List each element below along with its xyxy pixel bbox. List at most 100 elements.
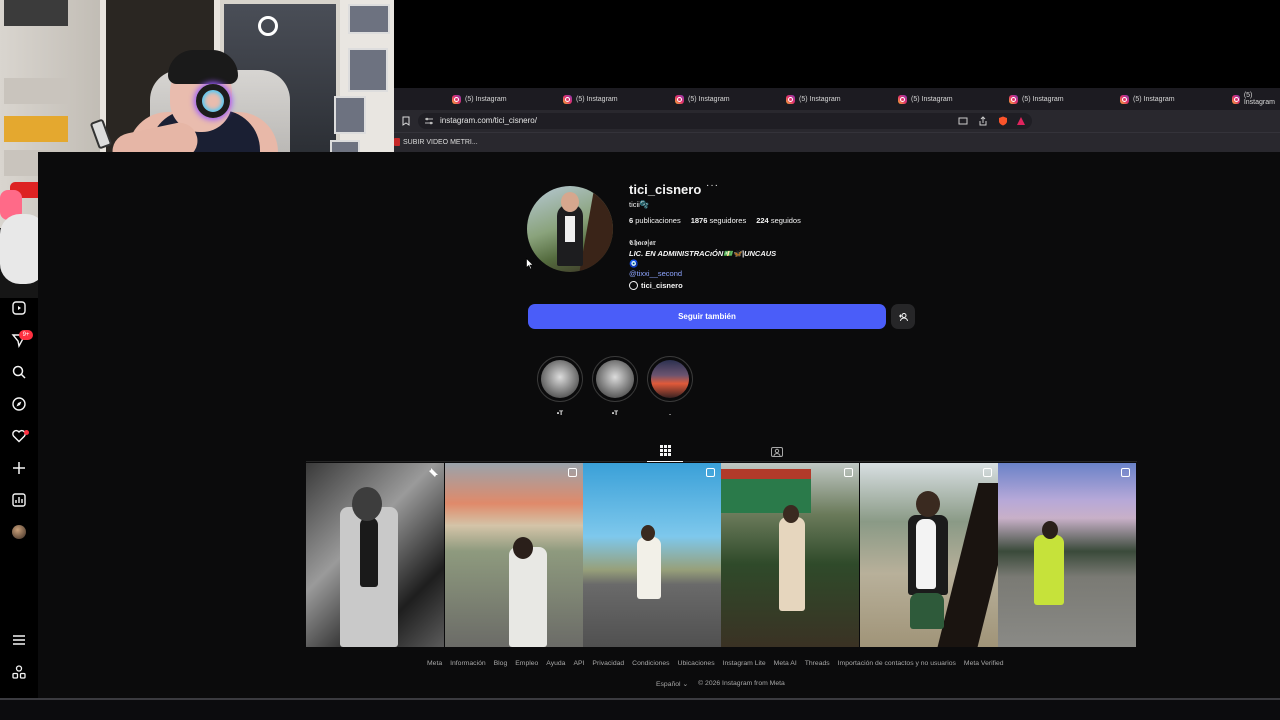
more-icon[interactable] [9, 662, 29, 682]
notifications-icon[interactable] [9, 426, 29, 446]
copyright: © 2026 Instagram from Meta [698, 680, 785, 687]
footer-link[interactable]: Meta [427, 660, 442, 667]
cast-icon[interactable] [958, 116, 968, 126]
browser-tab[interactable]: (5) Instagram [786, 92, 841, 106]
poster [348, 48, 388, 92]
footer-link[interactable]: Ubicaciones [678, 660, 715, 667]
footer-links: Meta Información Blog Empleo Ayuda API P… [427, 660, 1004, 667]
footer-bottom: Español ⌄ © 2026 Instagram from Meta [656, 680, 785, 688]
footer-link[interactable]: Condiciones [632, 660, 669, 667]
instagram-icon [1120, 94, 1129, 104]
site-settings-icon[interactable] [424, 116, 434, 126]
footer-link[interactable]: Instagram Lite [723, 660, 766, 667]
footer-link[interactable]: Blog [494, 660, 508, 667]
notification-dot [24, 430, 29, 435]
follow-back-button[interactable]: Seguir también [528, 304, 886, 329]
browser-tab[interactable]: (5) Instagram [1009, 92, 1064, 106]
carousel-icon [983, 468, 992, 477]
instagram-icon [898, 94, 907, 104]
carousel-icon [1121, 468, 1130, 477]
footer-link[interactable]: Ayuda [546, 660, 565, 667]
story-highlight[interactable] [537, 356, 583, 402]
posts-stat: 6 publicaciones [629, 216, 681, 225]
brave-shield-icon[interactable] [998, 116, 1008, 126]
tabs-divider [306, 461, 1137, 462]
followers-stat[interactable]: 1876 seguidores [691, 216, 746, 225]
bookmark-icon[interactable] [402, 116, 410, 126]
share-icon[interactable] [978, 116, 988, 126]
post-thumbnail[interactable] [860, 463, 998, 647]
footer-link[interactable]: Meta AI [774, 660, 797, 667]
taskbar [0, 698, 1280, 720]
bookmarks-bar: SUBIR VIDEO METRI... [394, 132, 1280, 152]
footer-link[interactable]: Meta Verified [964, 660, 1004, 667]
url-text[interactable]: instagram.com/tici_cisnero/ [440, 116, 537, 125]
browser-tab[interactable]: (5) Instagram [898, 92, 953, 106]
more-options-icon[interactable]: ··· [706, 180, 719, 191]
posts-grid-tab[interactable] [647, 440, 683, 462]
instagram-icon [1009, 94, 1018, 104]
browser-tab[interactable]: (5) Instagram [452, 92, 507, 106]
ring-light [258, 16, 278, 36]
bio-emoji: 🧿 [629, 259, 639, 268]
footer-link[interactable]: API [573, 660, 584, 667]
bio-location: 𝕮𝖍𝖆𝖈𝖔|𝖆𝖗 [629, 238, 656, 247]
dashboard-icon[interactable] [9, 490, 29, 510]
post-thumbnail[interactable] [998, 463, 1136, 647]
address-bar: instagram.com/tici_cisnero/ [394, 110, 1280, 132]
language-select[interactable]: Español ⌄ [656, 680, 688, 688]
bookmark-item[interactable]: SUBIR VIDEO METRI... [394, 138, 478, 146]
explore-icon[interactable] [9, 394, 29, 414]
threads-icon [629, 281, 638, 290]
instagram-icon [675, 94, 684, 104]
create-icon[interactable] [9, 458, 29, 478]
post-thumbnail[interactable] [306, 463, 444, 647]
carousel-icon [706, 468, 715, 477]
chevron-down-icon: ⌄ [682, 681, 689, 688]
person-hair [168, 50, 238, 84]
menu-icon[interactable] [9, 630, 29, 650]
post-thumbnail[interactable] [721, 463, 859, 647]
footer-link[interactable]: Threads [805, 660, 830, 667]
poster [348, 4, 390, 34]
profile-avatar[interactable] [9, 522, 29, 542]
highlight-label: •T [556, 410, 564, 417]
story-highlight[interactable] [592, 356, 638, 402]
instagram-icon [1232, 94, 1240, 104]
footer-link[interactable]: Información [450, 660, 486, 667]
avatar [12, 525, 26, 539]
footer-link[interactable]: Empleo [515, 660, 538, 667]
highlight-label: . [669, 410, 671, 417]
mouse-cursor-icon [526, 258, 534, 270]
suggested-users-button[interactable] [891, 304, 915, 329]
carousel-icon [568, 468, 577, 477]
profile-picture[interactable] [527, 186, 613, 272]
footer-link[interactable]: Privacidad [592, 660, 624, 667]
shelf [4, 78, 68, 104]
headset [196, 84, 230, 118]
nike-box [4, 116, 68, 142]
tagged-tab[interactable] [759, 440, 795, 462]
search-icon[interactable] [9, 362, 29, 382]
instagram-sidebar: 9+ [0, 298, 38, 698]
browser-tab[interactable]: (5) Instagram [675, 92, 730, 106]
browser-tab[interactable]: (5) Instagram [1120, 92, 1175, 106]
threads-link[interactable]: tici_cisnero [629, 281, 683, 290]
following-stat[interactable]: 224 seguidos [756, 216, 801, 225]
browser-tab[interactable]: (5) Instagram [563, 92, 618, 106]
bio-education: LIC. EN ADMINISTRACıÓN💵🦋|UNCAUS [629, 249, 777, 258]
highlight-label: •T [611, 410, 619, 417]
poster [334, 96, 366, 134]
story-highlight[interactable] [647, 356, 693, 402]
post-thumbnail[interactable] [583, 463, 721, 647]
profile-stats: 6 publicaciones 1876 seguidores 224 segu… [629, 216, 801, 225]
reels-icon[interactable] [9, 298, 29, 318]
bio-mention-link[interactable]: @tixxi__second [629, 269, 682, 278]
tagged-icon [771, 446, 783, 457]
browser-tab[interactable]: (5) Instagram [1232, 92, 1280, 106]
post-thumbnail[interactable] [445, 463, 583, 647]
footer-link[interactable]: Importación de contactos y no usuarios [838, 660, 956, 667]
brave-rewards-icon[interactable] [1016, 116, 1026, 126]
profile-fullname: ticii🫧 [629, 200, 650, 209]
pinned-icon [429, 468, 438, 477]
